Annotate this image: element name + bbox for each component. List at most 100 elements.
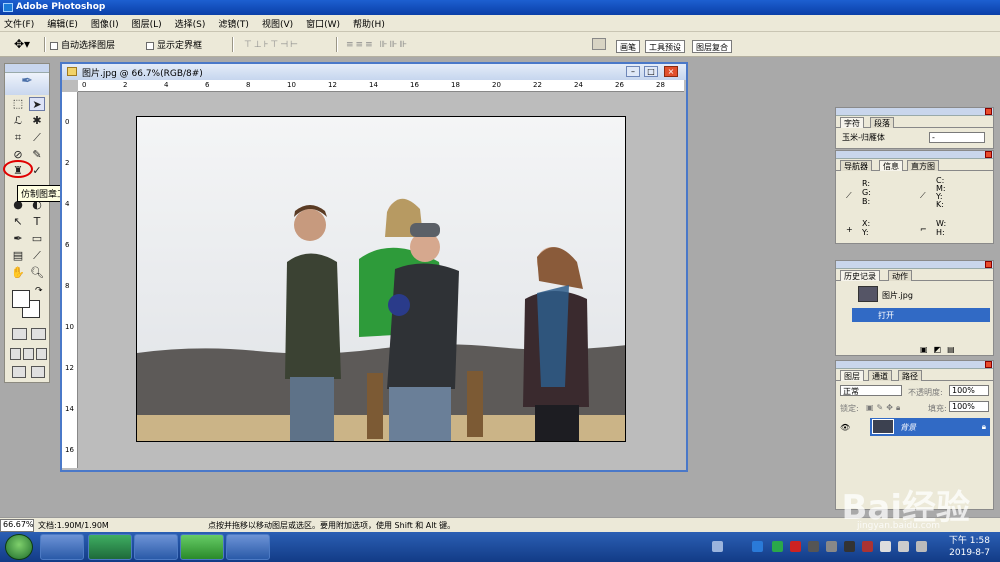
tab-character[interactable]: 字符 xyxy=(840,117,864,128)
panel-close-icon[interactable] xyxy=(985,261,992,268)
well-tab-tool-presets[interactable]: 工具预设 xyxy=(645,40,685,53)
ruler-v-label: 14 xyxy=(65,405,74,413)
blend-mode-select[interactable]: 正常 xyxy=(840,385,902,396)
slice-tool-icon[interactable]: ⟋ xyxy=(29,131,45,145)
tab-paths[interactable]: 路径 xyxy=(898,370,922,381)
panel-titlebar[interactable] xyxy=(836,151,993,159)
foreground-color-swatch[interactable] xyxy=(12,290,30,308)
menu-edit[interactable]: 编辑(E) xyxy=(47,17,78,30)
notes-tool-icon[interactable]: ▤ xyxy=(10,249,26,263)
tray-flag-icon[interactable] xyxy=(898,541,909,552)
tab-layers[interactable]: 图层 xyxy=(840,370,864,381)
tray-app5-icon[interactable] xyxy=(862,541,873,552)
hand-tool-icon[interactable]: ✋ xyxy=(10,266,26,280)
menu-help[interactable]: 帮助(H) xyxy=(353,17,385,30)
photo-family-field xyxy=(137,117,625,441)
tab-info[interactable]: 信息 xyxy=(879,160,903,171)
distribute-buttons[interactable]: ≡≡≡ ⊪⊪⊪ xyxy=(346,40,409,50)
zoom-tool-icon[interactable]: 🔍︎ xyxy=(29,266,45,280)
menu-image[interactable]: 图像(I) xyxy=(91,17,119,30)
marquee-tool-icon[interactable]: ⬚ xyxy=(10,97,26,111)
snapshot-thumbnail[interactable] xyxy=(858,286,878,302)
menu-file[interactable]: 文件(F) xyxy=(4,17,34,30)
menu-filter[interactable]: 滤镜(T) xyxy=(218,17,249,30)
auto-select-checkbox[interactable]: 自动选择图层 xyxy=(50,38,115,51)
snapshot-name[interactable]: 图片.jpg xyxy=(882,290,913,301)
jump-to-imageready-icon[interactable] xyxy=(12,366,26,378)
minimize-button[interactable]: – xyxy=(626,66,640,77)
taskbar-browser-icon[interactable] xyxy=(180,534,224,560)
panel-close-icon[interactable] xyxy=(985,361,992,368)
tray-up-arrow-icon[interactable] xyxy=(712,541,723,552)
history-action-icons[interactable]: ▣◩▤ xyxy=(920,345,961,354)
path-selection-tool-icon[interactable]: ↖ xyxy=(10,215,26,229)
edit-in-imageready-icon[interactable] xyxy=(31,366,45,378)
panel-titlebar[interactable] xyxy=(836,361,993,369)
document-title: 图片.jpg @ 66.7%(RGB/8#) xyxy=(82,69,203,79)
standard-mode-icon[interactable] xyxy=(12,328,27,340)
tray-volume-icon[interactable] xyxy=(916,541,927,552)
screen-mode-full-icon[interactable] xyxy=(36,348,47,360)
tray-pdf-icon[interactable] xyxy=(790,541,801,552)
palette-well-icon[interactable] xyxy=(592,38,606,50)
panel-close-icon[interactable] xyxy=(985,108,992,115)
screen-mode-full-menu-icon[interactable] xyxy=(23,348,34,360)
crop-tool-icon[interactable]: ⌗ xyxy=(10,131,26,145)
document-titlebar[interactable]: 图片.jpg @ 66.7%(RGB/8#) – □ × xyxy=(62,64,686,80)
menu-layer[interactable]: 图层(L) xyxy=(132,17,162,30)
tray-app4-icon[interactable] xyxy=(844,541,855,552)
tab-history[interactable]: 历史记录 xyxy=(840,270,880,281)
screen-mode-standard-icon[interactable] xyxy=(10,348,21,360)
menu-select[interactable]: 选择(S) xyxy=(175,17,206,30)
tray-app-icon[interactable] xyxy=(772,541,783,552)
fill-field[interactable]: 100% xyxy=(949,401,989,412)
align-buttons[interactable]: ⊤⊥⊦⊤⊣⊢ xyxy=(244,40,300,50)
well-tab-brush[interactable]: 画笔 xyxy=(616,40,640,53)
font-style-select[interactable]: - xyxy=(929,132,985,143)
system-clock[interactable]: 下午 1:58 2019-8-7 xyxy=(949,535,990,559)
visibility-eye-icon[interactable]: 👁︎ xyxy=(840,423,850,432)
opacity-field[interactable]: 100% xyxy=(949,385,989,396)
eyedropper-tool-icon[interactable]: ⟋ xyxy=(29,249,45,263)
lasso-tool-icon[interactable]: ℒ xyxy=(10,114,26,128)
pen-tool-icon[interactable]: ✒ xyxy=(10,232,26,246)
magic-wand-tool-icon[interactable]: ✱ xyxy=(29,114,45,128)
quick-mask-mode-icon[interactable] xyxy=(31,328,46,340)
tab-channels[interactable]: 通道 xyxy=(868,370,892,381)
lock-icons[interactable]: ▣✎✥🔒︎ xyxy=(866,403,903,413)
taskbar-excel-icon[interactable] xyxy=(88,534,132,560)
taskbar-photoshop-icon[interactable] xyxy=(226,534,270,560)
brush-tool-icon[interactable]: ✎ xyxy=(29,148,45,162)
well-tab-layer-comps[interactable]: 图层复合 xyxy=(692,40,732,53)
tab-actions[interactable]: 动作 xyxy=(888,270,912,281)
menu-window[interactable]: 窗口(W) xyxy=(306,17,340,30)
tray-ie-icon[interactable] xyxy=(752,541,763,552)
move-tool-preset-icon[interactable]: ✥▾ xyxy=(14,37,30,51)
tray-app3-icon[interactable] xyxy=(826,541,837,552)
maximize-button[interactable]: □ xyxy=(644,66,658,77)
font-family-value[interactable]: 玉米-归雁体 xyxy=(842,132,885,143)
tab-navigator[interactable]: 导航器 xyxy=(840,160,872,171)
move-tool-icon[interactable]: ➤ xyxy=(29,97,45,111)
panel-titlebar[interactable] xyxy=(836,261,993,269)
shape-tool-icon[interactable]: ▭ xyxy=(29,232,45,246)
layer-row-background[interactable]: 背景 🔒︎ xyxy=(870,418,990,436)
panel-close-icon[interactable] xyxy=(985,151,992,158)
taskbar-notebook-icon[interactable] xyxy=(134,534,178,560)
history-step-open[interactable]: 打开 xyxy=(852,308,990,322)
menu-view[interactable]: 视图(V) xyxy=(262,17,293,30)
tray-network-icon[interactable] xyxy=(880,541,891,552)
zoom-field[interactable]: 66.67% xyxy=(0,518,34,532)
start-button[interactable] xyxy=(5,534,33,560)
type-tool-icon[interactable]: T xyxy=(29,215,45,229)
tray-app2-icon[interactable] xyxy=(808,541,819,552)
image-canvas[interactable] xyxy=(136,116,626,442)
show-bounds-checkbox[interactable]: 显示定界框 xyxy=(146,38,202,51)
toolbox-header[interactable] xyxy=(5,64,49,73)
taskbar-explorer-icon[interactable] xyxy=(40,534,84,560)
swap-colors-icon[interactable]: ↷ xyxy=(35,286,43,296)
tab-paragraph[interactable]: 段落 xyxy=(870,117,894,128)
tab-histogram[interactable]: 直方图 xyxy=(907,160,939,171)
panel-titlebar[interactable] xyxy=(836,108,993,116)
close-button[interactable]: × xyxy=(664,66,678,77)
